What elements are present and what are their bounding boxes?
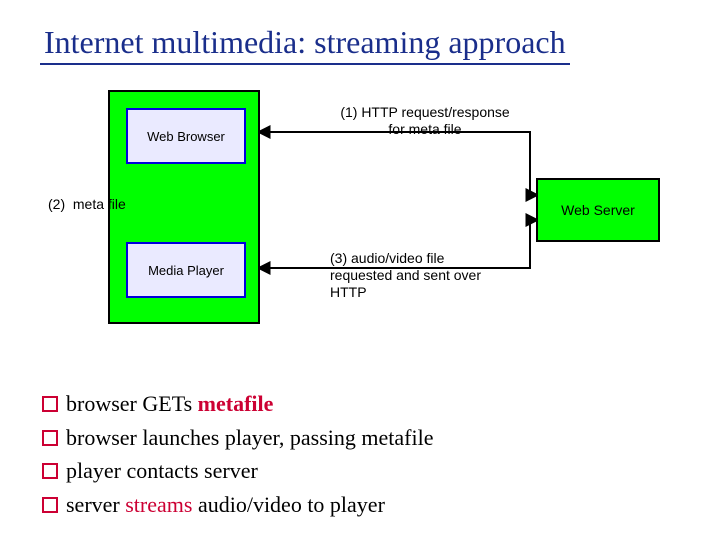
annotation-step3: (3) audio/video file requested and sent …: [330, 250, 550, 300]
bullet-text: browser GETs: [66, 391, 198, 416]
annotation-step2: (2) meta file: [48, 196, 143, 213]
bullet-text: browser launches player, passing metafil…: [66, 425, 434, 450]
web-browser-box: Web Browser: [126, 108, 246, 164]
streaming-diagram: Web Browser Media Player Web Server (1) …: [60, 90, 660, 350]
bullet-keyword: metafile: [198, 391, 274, 416]
annotation-step1: (1) HTTP request/response for meta file: [320, 104, 530, 138]
bullet-item: browser launches player, passing metafil…: [40, 424, 680, 452]
bullet-item: server streams audio/video to player: [40, 491, 680, 519]
bullet-text: player contacts server: [66, 458, 258, 483]
web-server-box: Web Server: [536, 178, 660, 242]
bullet-list: browser GETs metafile browser launches p…: [40, 384, 680, 524]
media-player-box: Media Player: [126, 242, 246, 298]
slide-title: Internet multimedia: streaming approach: [40, 24, 570, 65]
bullet-keyword: streams: [125, 492, 192, 517]
bullet-text: server: [66, 492, 125, 517]
bullet-item: browser GETs metafile: [40, 390, 680, 418]
bullet-item: player contacts server: [40, 457, 680, 485]
